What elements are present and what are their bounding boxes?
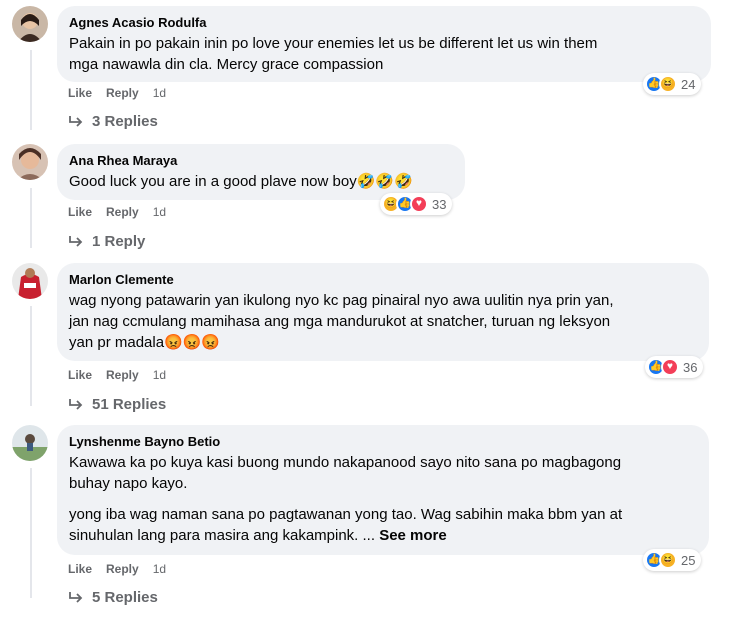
view-replies-button[interactable]: 51 Replies [68,396,166,413]
timestamp[interactable]: 1d [153,86,166,100]
reply-button[interactable]: Reply [106,205,139,219]
reaction-summary[interactable]: 👍 😆 24 [643,73,702,95]
like-button[interactable]: Like [68,205,92,219]
like-button[interactable]: Like [68,368,92,382]
comment-author[interactable]: Ana Rhea Maraya [69,152,453,169]
reply-button[interactable]: Reply [106,86,139,100]
timestamp[interactable]: 1d [153,562,166,576]
view-replies-button[interactable]: 5 Replies [68,589,158,606]
like-button[interactable]: Like [68,86,92,100]
reaction-count: 33 [432,196,447,212]
thread-line [30,188,32,248]
reply-arrow-icon [69,235,83,247]
comment-author[interactable]: Marlon Clemente [69,271,697,288]
comment-actions: Like Reply 1d [68,86,166,100]
comment-text: Good luck you are in a good plave now bo… [69,173,413,190]
reply-arrow-icon [69,398,83,410]
like-button[interactable]: Like [68,562,92,576]
comment-bubble: Ana Rhea Maraya Good luck you are in a g… [57,144,465,200]
thread-line [30,468,32,598]
timestamp[interactable]: 1d [153,368,166,382]
haha-reaction-icon: 😆 [659,75,677,93]
avatar[interactable] [12,425,48,461]
replies-count-label: 51 Replies [92,396,167,413]
replies-count-label: 3 Replies [92,113,158,130]
see-more-link[interactable]: See more [379,527,447,544]
haha-reaction-icon: 😆 [659,551,677,569]
reply-button[interactable]: Reply [106,562,139,576]
view-replies-button[interactable]: 1 Reply [68,233,145,250]
comment-author[interactable]: Agnes Acasio Rodulfa [69,14,699,31]
thread-line [30,306,32,406]
avatar[interactable] [12,144,48,180]
comment-bubble: Marlon Clemente wag nyong patawarin yan … [57,263,709,361]
heart-reaction-icon: ♥ [410,195,428,213]
comment-author[interactable]: Lynshenme Bayno Betio [69,433,697,450]
comment-actions: Like Reply 1d [68,205,166,219]
avatar[interactable] [12,6,48,42]
comment-text: Pakain in po pakain inin po love your en… [69,35,598,73]
thread-line [30,50,32,130]
comment-actions: Like Reply 1d [68,562,166,576]
reply-button[interactable]: Reply [106,368,139,382]
reply-arrow-icon [69,115,83,127]
reaction-count: 36 [683,359,698,375]
replies-count-label: 1 Reply [92,233,146,250]
timestamp[interactable]: 1d [153,205,166,219]
comment-text: yong iba wag naman sana po pagtawanan yo… [69,504,697,546]
reaction-count: 25 [681,552,696,568]
comment-text: wag nyong patawarin yan ikulong nyo kc p… [69,292,614,351]
comment-text: Kawawa ka po kuya kasi buong mundo nakap… [69,454,622,492]
comment-bubble: Agnes Acasio Rodulfa Pakain in po pakain… [57,6,711,82]
replies-count-label: 5 Replies [92,589,158,606]
reaction-summary[interactable]: 👍 😆 25 [643,549,702,571]
view-replies-button[interactable]: 3 Replies [68,113,158,130]
heart-reaction-icon: ♥ [661,358,679,376]
reaction-summary[interactable]: 😆 👍 ♥ 33 [380,193,453,215]
reaction-count: 24 [681,76,696,92]
reaction-summary[interactable]: 👍 ♥ 36 [645,356,704,378]
comment-bubble: Lynshenme Bayno Betio Kawawa ka po kuya … [57,425,709,555]
reply-arrow-icon [69,591,83,603]
avatar[interactable] [12,263,48,299]
comment-text-continued: yong iba wag naman sana po pagtawanan yo… [69,506,623,544]
comment-actions: Like Reply 1d [68,368,166,382]
